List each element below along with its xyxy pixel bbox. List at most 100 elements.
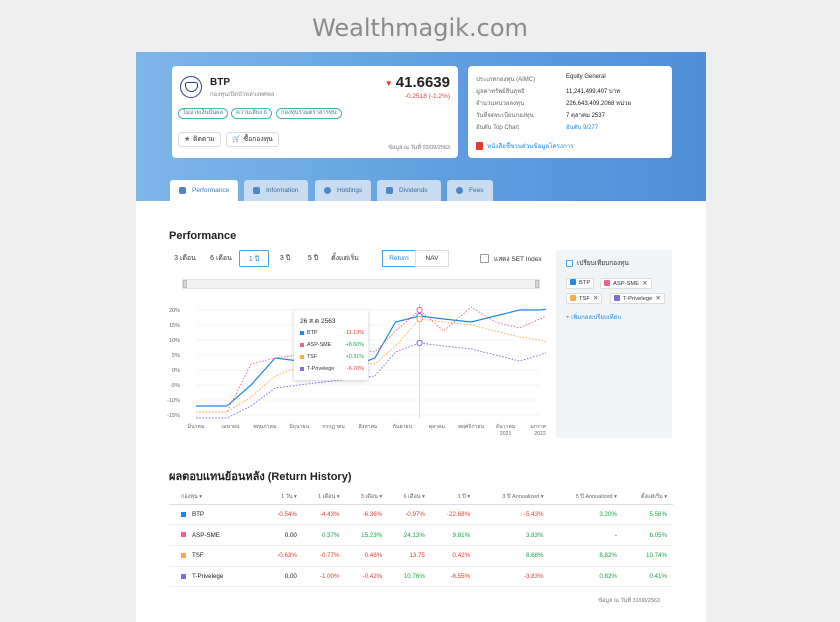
column-header[interactable]: ตั้งแต่เริ่ม ▾ xyxy=(622,490,673,505)
return-cell: 5.56% xyxy=(622,504,673,526)
fund-code: BTP xyxy=(210,77,230,88)
add-compare-link[interactable]: + เพิ่มกองเปรียบเทียบ xyxy=(566,312,621,322)
period-1y[interactable]: 1 ปี xyxy=(239,250,269,267)
return-cell: -4.43% xyxy=(302,504,346,526)
y-tick-label: 5% xyxy=(172,353,180,359)
remove-icon[interactable]: ✕ xyxy=(655,295,660,302)
return-cell: -6.36% xyxy=(345,504,389,526)
tab-dividends[interactable]: Dividends xyxy=(377,180,441,201)
remove-icon[interactable]: ✕ xyxy=(593,295,598,302)
period-3y[interactable]: 3 ปี xyxy=(272,250,298,267)
column-header[interactable]: 1 ปี ▾ xyxy=(430,490,477,505)
return-cell: 10.76% xyxy=(388,566,431,588)
tab-holdings[interactable]: Holdings xyxy=(315,180,371,201)
compare-chip-t-privelege[interactable]: T-Privelege ✕ xyxy=(610,293,665,304)
return-cell: 8.82% xyxy=(549,545,623,567)
x-tick-label: ธันวาคม xyxy=(496,423,515,430)
tab-fees[interactable]: Fees xyxy=(447,180,493,201)
top-chart-link[interactable]: อันดับ 9/277 xyxy=(566,122,598,132)
return-cell: 24.13% xyxy=(388,524,431,546)
column-header[interactable]: 1 วัน ▾ xyxy=(262,490,303,505)
series-line-tsf xyxy=(196,318,546,413)
return-cell: 0.37% xyxy=(302,524,346,546)
tab-information[interactable]: Information xyxy=(244,180,308,201)
return-cell: -0.54% xyxy=(262,504,303,526)
pie-icon xyxy=(324,187,331,194)
fund-name: กองทุนเปิดบัวหลวงทศพล xyxy=(210,92,275,98)
buy-fund-button[interactable]: 🛒 ซื้อกองทุน xyxy=(226,132,279,147)
return-cell: -0.63% xyxy=(262,545,303,567)
fund-name-cell: T-Privelege xyxy=(169,566,263,588)
column-header[interactable]: 3 ปี Annualized ▾ xyxy=(476,490,550,505)
column-header[interactable]: 5 ปี Annualized ▾ xyxy=(549,490,623,505)
chart-tooltip: 26 ส.ค 2563 BTP -11.13% ASP-SME +8.60% TSF… xyxy=(294,310,368,380)
prospectus-link[interactable]: หนังสือชี้ชวนส่วนข้อมูลโครงการ xyxy=(476,141,574,151)
tag-fund-type[interactable]: กองทุนรวมตราสารทุน xyxy=(276,108,342,119)
column-header[interactable]: 3 เดือน ▾ xyxy=(345,490,389,505)
tab-performance[interactable]: Performance xyxy=(170,180,238,201)
x-tick-label: สิงหาคม xyxy=(359,423,378,430)
period-5y[interactable]: 5 ปี xyxy=(300,250,326,267)
price-value: 41.6639 xyxy=(395,74,450,91)
fund-name-cell: TSF xyxy=(169,545,263,567)
column-header[interactable]: 6 เดือน ▾ xyxy=(388,490,431,505)
set-index-checkbox[interactable] xyxy=(480,254,489,263)
x-tick-label: พฤษภาคม xyxy=(253,424,276,430)
y-tick-label: 15% xyxy=(169,323,180,329)
compare-title: เปรียบเทียบกองทุน xyxy=(566,258,629,268)
compare-icon xyxy=(566,259,573,267)
fund-name-cell: ASP-SME xyxy=(169,524,263,546)
remove-icon[interactable]: ✕ xyxy=(642,280,647,287)
pdf-icon xyxy=(476,142,483,151)
y-tick-label: 10% xyxy=(169,338,180,344)
return-cell: -3.83% xyxy=(476,566,550,588)
column-header[interactable]: กองทุน ▾ xyxy=(169,490,263,505)
period-since-inception[interactable]: ตั้งแต่เริ่ม xyxy=(328,250,362,267)
fund-summary-card: BTP กองทุนเปิดบัวหลวงทศพล ▼ 41.6639 -0.25… xyxy=(172,66,458,158)
tag-dividend[interactable]: ไม่จ่ายเงินปันผล xyxy=(178,108,229,119)
table-header-row: กองทุน ▾ 1 วัน ▾ 1 เดือน ▾ 3 เดือน ▾ 6 เดือน… xyxy=(169,490,673,505)
return-cell: 8.68% xyxy=(476,545,550,567)
y-tick-label: -15% xyxy=(167,413,180,419)
coins-icon xyxy=(386,187,393,194)
range-start-handle[interactable] xyxy=(183,280,187,288)
return-cell: 3.20% xyxy=(549,504,623,526)
toggle-return[interactable]: Return xyxy=(382,250,416,267)
hover-marker xyxy=(416,339,423,347)
range-slider[interactable] xyxy=(182,279,540,289)
chart-icon xyxy=(179,187,186,194)
compare-chip-asp-sme[interactable]: ASP-SME ✕ xyxy=(600,278,652,289)
price-as-of: ข้อมูล ณ วันที่ 03/09/2563 xyxy=(388,145,450,151)
period-3m[interactable]: 3 เดือน xyxy=(169,250,201,267)
detail-units: จำนวนหน่วยลงทุน 226,643,409.2068 หน่วย xyxy=(476,101,631,107)
return-cell: -22.68% xyxy=(430,504,477,526)
return-cell: -1.00% xyxy=(302,566,346,588)
return-cell: 0.82% xyxy=(549,566,623,588)
y-tick-label: -10% xyxy=(167,398,180,404)
period-6m[interactable]: 6 เดือน xyxy=(204,250,238,267)
tooltip-date: 26 ส.ค 2563 xyxy=(300,318,336,325)
y-tick-label: 0% xyxy=(172,368,180,374)
return-cell: -0.42% xyxy=(345,566,389,588)
set-index-label: แสดง SET Index xyxy=(494,256,542,263)
x-tick-label: กันยายน xyxy=(393,423,413,430)
tag-risk[interactable]: ความเสี่ยง 6 xyxy=(231,108,272,119)
hover-marker xyxy=(416,315,423,323)
return-cell: 3.83% xyxy=(476,524,550,546)
series-line-t-privelege xyxy=(196,342,546,419)
compare-chip-tsf[interactable]: TSF ✕ xyxy=(566,293,603,304)
compare-panel: เปรียบเทียบกองทุน BTP ASP-SME ✕ TSF ✕ T-Pr… xyxy=(556,250,672,438)
range-end-handle[interactable] xyxy=(535,280,539,288)
toggle-nav[interactable]: NAV xyxy=(415,250,449,267)
detail-registration-date: วันที่จดทะเบียนกองทุน 7 ตุลาคม 2537 xyxy=(476,113,605,119)
return-cell: 0.46% xyxy=(345,545,389,567)
y-tick-label: 20% xyxy=(169,308,180,314)
x-tick-label: กรกฎาคม xyxy=(322,424,344,430)
fund-details-card: ประเภทกองทุน (AIMC) Equity General มูลค่า… xyxy=(468,66,672,158)
follow-button[interactable]: ★ ติดตาม xyxy=(178,132,221,147)
column-header[interactable]: 1 เดือน ▾ xyxy=(302,490,346,505)
fund-price: ▼ 41.6639 xyxy=(385,74,450,91)
tooltip-row-t-privelege: T-Privelege -6.70% xyxy=(300,366,364,372)
return-cell: 0.41% xyxy=(622,566,673,588)
table-row: T-Privelege 0.00 -1.00% -0.42% 10.76% -8.55% -… xyxy=(169,566,673,588)
